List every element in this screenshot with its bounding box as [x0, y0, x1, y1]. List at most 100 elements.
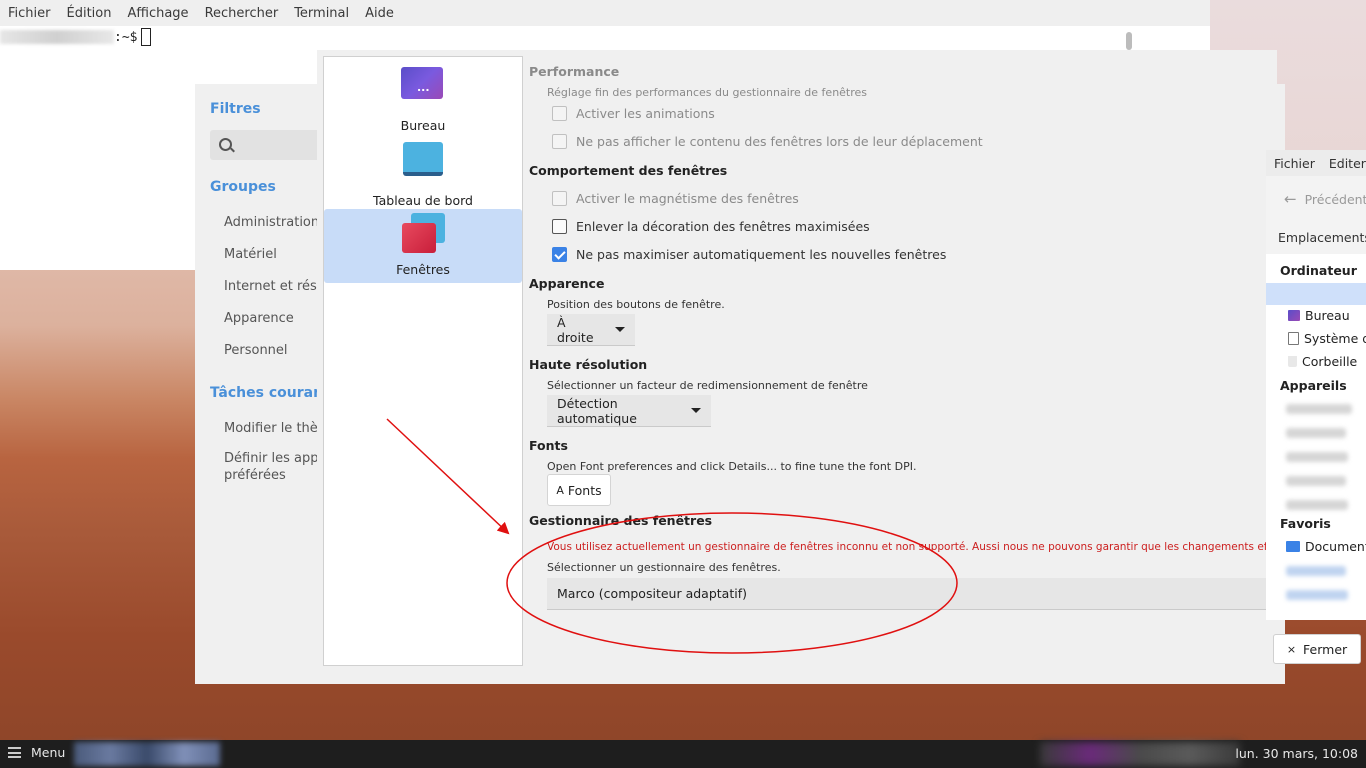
option-animations[interactable]: Activer les animations: [552, 106, 715, 121]
group-apparence[interactable]: Apparence: [224, 311, 317, 326]
redacted-device[interactable]: [1286, 476, 1346, 486]
taskbar-window-list-redacted[interactable]: [74, 742, 220, 766]
group-administration[interactable]: Administration: [224, 215, 317, 230]
desktop-icon: [401, 67, 443, 99]
groups-heading: Groupes: [210, 179, 276, 195]
terminal-prompt-line[interactable]: :~$: [0, 28, 152, 46]
redacted-device[interactable]: [1286, 452, 1348, 462]
dropdown-value: Détection automatique: [557, 395, 637, 426]
terminal-menu-aide[interactable]: Aide: [365, 6, 394, 21]
tasks-heading: Tâches courant: [210, 385, 330, 401]
fonts-button-label: Fonts: [567, 482, 602, 498]
system-tray-redacted[interactable]: [1040, 742, 1240, 766]
option-label: Ne pas afficher le contenu des fenêtres …: [576, 134, 983, 149]
option-no-auto-maximize[interactable]: Ne pas maximiser automatiquement les nou…: [552, 247, 946, 262]
task-preferred-apps[interactable]: Définir les applic préférées: [224, 450, 317, 484]
settings-content: Performance Réglage fin des performances…: [529, 50, 1277, 680]
wm-select-value: Marco (compositeur adaptatif): [557, 586, 747, 601]
option-label: Activer les animations: [576, 106, 715, 121]
wm-heading: Gestionnaire des fenêtres: [529, 513, 713, 528]
back-label: Précédent: [1304, 191, 1366, 207]
option-hide-content-drag[interactable]: Ne pas afficher le contenu des fenêtres …: [552, 134, 983, 149]
terminal-menu-affichage[interactable]: Affichage: [127, 6, 188, 21]
terminal-scrollbar[interactable]: [1126, 32, 1132, 50]
panel-icon: [403, 142, 443, 176]
wm-subtitle: Sélectionner un gestionnaire des fenêtre…: [547, 561, 781, 574]
checkbox-checked[interactable]: [552, 247, 567, 262]
option-undecorate-maximized[interactable]: Enlever la décoration des fenêtres maxim…: [552, 219, 870, 234]
font-icon: A: [556, 483, 564, 497]
terminal-menu-fichier[interactable]: Fichier: [8, 6, 51, 21]
category-tableau-de-bord[interactable]: Tableau de bord: [324, 140, 522, 214]
place-label: Bureau: [1305, 308, 1350, 323]
redacted-favorite[interactable]: [1286, 590, 1348, 600]
place-system[interactable]: Système de: [1288, 331, 1366, 346]
place-bureau[interactable]: Bureau: [1288, 308, 1350, 323]
terminal-menu-rechercher[interactable]: Rechercher: [205, 6, 279, 21]
group-internet[interactable]: Internet et résea: [224, 279, 317, 294]
checkbox[interactable]: [552, 134, 567, 149]
redacted-username: [0, 30, 114, 44]
option-label: Ne pas maximiser automatiquement les nou…: [576, 247, 947, 262]
places-sidebar: Ordinateur Bureau Système de Corbeille A…: [1266, 254, 1366, 620]
wm-warning: Vous utilisez actuellement un gestionnai…: [547, 541, 1277, 553]
favorite-documents[interactable]: Documents: [1286, 539, 1366, 554]
file-manager-window: Fichier Editer ← Précédent Emplacements …: [1266, 150, 1366, 620]
hidpi-subtitle: Sélectionner un facteur de redimensionne…: [547, 379, 868, 392]
performance-subtitle: Réglage fin des performances du gestionn…: [547, 86, 868, 99]
performance-heading: Performance: [529, 64, 620, 79]
group-materiel[interactable]: Matériel: [224, 247, 317, 262]
terminal-prompt: :~$: [114, 29, 138, 45]
category-label: Fenêtres: [396, 262, 450, 277]
checkbox[interactable]: [552, 191, 567, 206]
checkbox[interactable]: [552, 106, 567, 121]
fm-menu-editer[interactable]: Editer: [1329, 156, 1366, 171]
option-snapping[interactable]: Activer le magnétisme des fenêtres: [552, 191, 799, 206]
hidpi-heading: Haute résolution: [529, 357, 648, 372]
back-button[interactable]: ← Précédent: [1284, 190, 1366, 208]
windows-icon-front: [402, 223, 436, 253]
place-label: Système de: [1304, 331, 1366, 346]
appearance-heading: Apparence: [529, 276, 605, 291]
place-trash[interactable]: Corbeille: [1288, 354, 1357, 369]
fonts-button[interactable]: A Fonts: [547, 474, 611, 506]
filters-heading: Filtres: [210, 101, 261, 117]
folder-icon: [1286, 541, 1300, 552]
favorite-label: Documents: [1305, 539, 1366, 554]
close-button[interactable]: × Fermer: [1273, 634, 1361, 664]
task-modify-theme[interactable]: Modifier le thèm: [224, 421, 317, 436]
terminal-cursor: [141, 28, 152, 46]
terminal-menu-edition[interactable]: Édition: [67, 6, 112, 21]
checkbox[interactable]: [552, 219, 567, 234]
clock[interactable]: lun. 30 mars, 10:08: [1235, 746, 1358, 761]
terminal-menu-terminal[interactable]: Terminal: [294, 6, 349, 21]
devices-heading: Appareils: [1280, 378, 1347, 393]
terminal-menubar: Fichier Édition Affichage Rechercher Ter…: [0, 0, 1210, 26]
place-label: Corbeille: [1302, 354, 1358, 369]
fm-menu-fichier[interactable]: Fichier: [1274, 156, 1315, 171]
desktop-icon: [1288, 310, 1300, 321]
selected-place-redacted[interactable]: [1266, 283, 1366, 305]
places-tab[interactable]: Emplacements: [1278, 230, 1366, 245]
button-position-dropdown[interactable]: À droite: [547, 314, 635, 346]
search-icon: [219, 138, 232, 151]
taskbar-menu-button[interactable]: Menu: [8, 745, 65, 760]
search-input[interactable]: [210, 130, 320, 160]
close-label: Fermer: [1303, 641, 1348, 657]
taskbar-menu-label: Menu: [31, 745, 66, 760]
window-manager-select[interactable]: Marco (compositeur adaptatif): [547, 578, 1277, 610]
redacted-device[interactable]: [1286, 500, 1348, 510]
scale-factor-dropdown[interactable]: Détection automatique: [547, 395, 711, 427]
category-fenetres[interactable]: Fenêtres: [324, 209, 522, 283]
category-list: Bureau Tableau de bord Fenêtres: [323, 56, 523, 666]
redacted-device[interactable]: [1286, 404, 1352, 414]
group-personnel[interactable]: Personnel: [224, 343, 317, 358]
redacted-favorite[interactable]: [1286, 566, 1346, 576]
taskbar: Menu lun. 30 mars, 10:08: [0, 740, 1366, 768]
category-label: Bureau: [400, 118, 446, 133]
file-manager-menubar: Fichier Editer: [1266, 150, 1366, 176]
favorites-heading: Favoris: [1280, 516, 1331, 531]
redacted-device[interactable]: [1286, 428, 1346, 438]
drive-icon: [1288, 332, 1299, 345]
category-bureau[interactable]: Bureau: [324, 65, 522, 139]
